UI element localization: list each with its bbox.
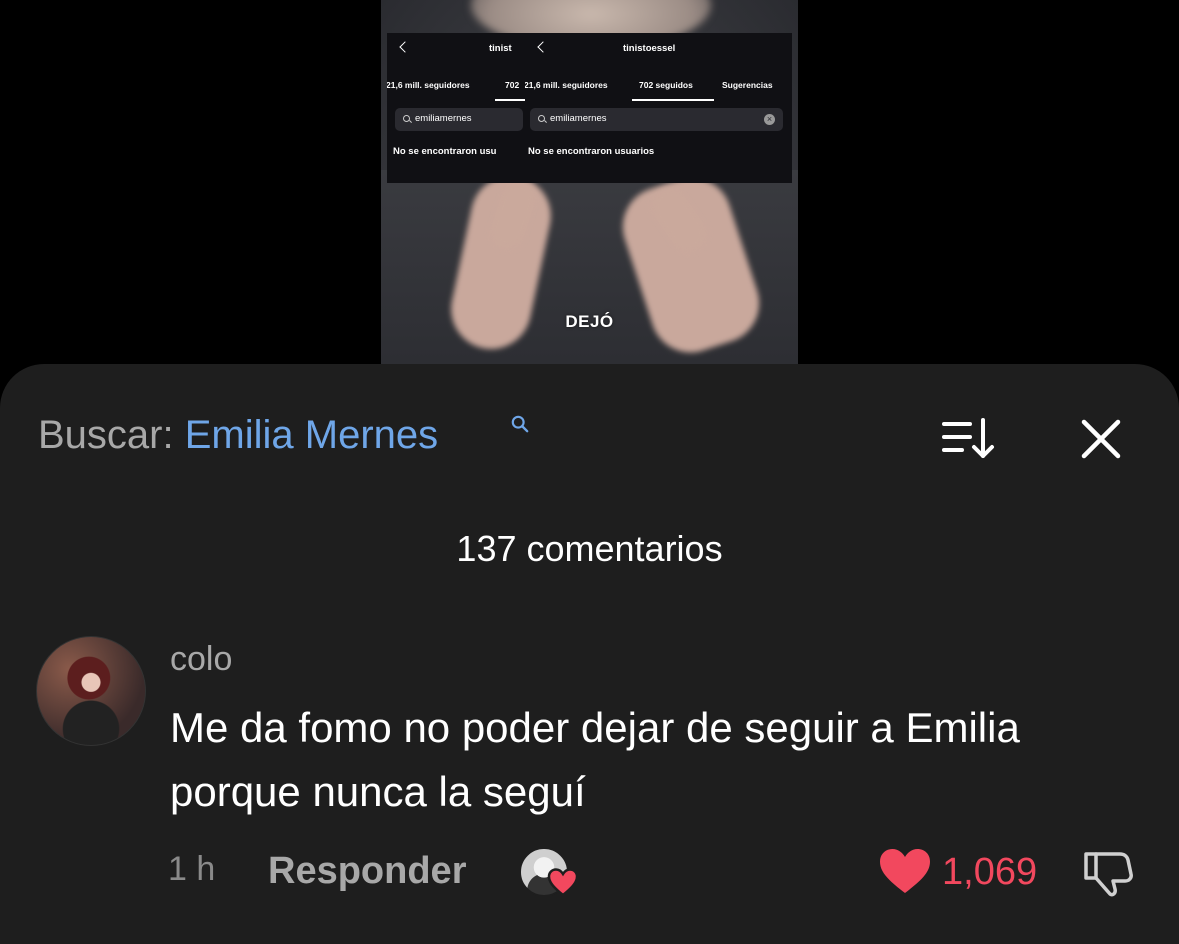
video-caption: DEJÓ	[565, 312, 614, 331]
back-chevron-icon	[537, 41, 549, 53]
reply-button[interactable]: Responder	[268, 850, 466, 893]
overlay-search-value: emiliamernes	[550, 113, 607, 124]
overlay-tab-followers: 21,6 mill. seguidores	[525, 80, 608, 90]
search-icon[interactable]	[511, 415, 529, 433]
heart-icon[interactable]	[878, 846, 932, 896]
like-count: 1,069	[942, 851, 1038, 893]
overlay-tab-followers: 21,6 mill. seguidores	[387, 80, 470, 90]
overlay-pane-right: tinistoessel 21,6 mill. seguidores 702 s…	[525, 33, 792, 183]
sort-icon[interactable]	[941, 416, 997, 460]
comment-time: 1 h	[168, 850, 216, 888]
overlay-tab-following: 702 seguidos	[639, 80, 693, 90]
close-icon[interactable]	[1080, 418, 1122, 460]
overlay-empty-text: No se encontraron usu	[393, 146, 497, 157]
overlay-tab-suggestions: Sugerencias	[722, 80, 773, 90]
comment-text: Me da fomo no poder dejar de seguir a Em…	[170, 704, 1020, 815]
thumbs-down-icon[interactable]	[1082, 848, 1134, 898]
search-term-link[interactable]: Emilia Mernes	[185, 413, 438, 457]
avatar[interactable]	[36, 636, 146, 746]
back-chevron-icon	[399, 41, 411, 53]
search-prefix: Buscar:	[38, 413, 174, 457]
search-icon	[538, 115, 545, 122]
search-query[interactable]: Buscar: Emilia Mernes	[38, 413, 438, 458]
overlay-tab-following: 702	[505, 80, 520, 90]
overlay-username: tinistoessel	[623, 43, 676, 54]
overlay-search-field: emiliamernes ×	[530, 108, 783, 131]
clear-icon: ×	[764, 114, 775, 125]
overlay-tab-underline	[495, 99, 525, 101]
video-overlay-screenshot: tinist 21,6 mill. seguidores 702 emiliam…	[387, 33, 792, 183]
overlay-pane-left: tinist 21,6 mill. seguidores 702 emiliam…	[387, 33, 527, 183]
heart-icon	[547, 868, 579, 897]
search-icon	[403, 115, 410, 122]
overlay-empty-text: No se encontraron usuarios	[528, 146, 655, 157]
overlay-search-field: emiliamernes	[395, 108, 523, 131]
overlay-username: tinist	[489, 43, 512, 54]
overlay-tab-underline	[632, 99, 714, 101]
comments-count: 137 comentarios	[456, 528, 723, 569]
comment-author[interactable]: colo	[170, 640, 232, 679]
overlay-search-value: emiliamernes	[415, 113, 472, 124]
